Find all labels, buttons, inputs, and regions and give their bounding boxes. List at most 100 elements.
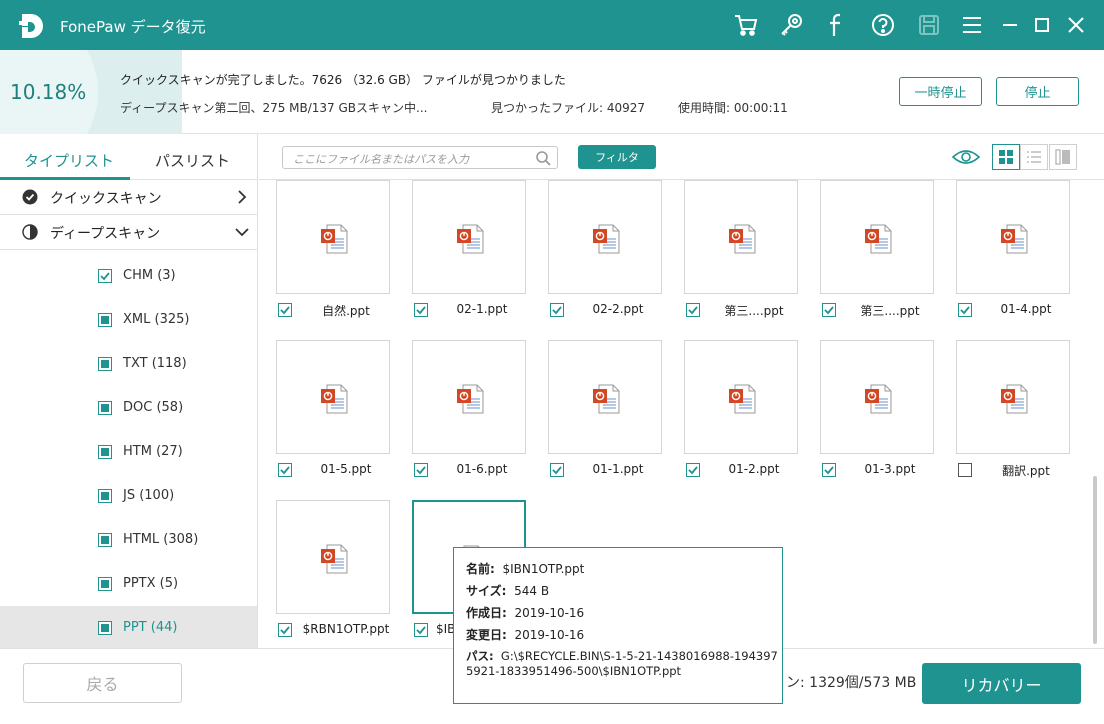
file-thumbnail[interactable] xyxy=(956,180,1070,294)
quick-scan-row[interactable]: クイックスキャン xyxy=(0,180,257,215)
file-type-label: TXT (118) xyxy=(123,356,187,371)
file-type-item[interactable]: XML (325) xyxy=(0,298,257,342)
file-type-item[interactable]: DOC (58) xyxy=(0,386,257,430)
file-type-item[interactable]: PPTX (5) xyxy=(0,562,257,606)
file-name: 01-2.ppt xyxy=(728,462,780,476)
file-type-checkbox[interactable] xyxy=(98,533,112,547)
file-thumbnail[interactable] xyxy=(956,340,1070,454)
file-name: 01-3.ppt xyxy=(864,462,916,476)
file-name-row: 02-2.ppt xyxy=(550,301,686,321)
file-type-checkbox[interactable] xyxy=(98,621,112,635)
file-type-checkbox[interactable] xyxy=(98,313,112,327)
file-checkbox[interactable] xyxy=(414,463,428,477)
file-type-label: CHM (3) xyxy=(123,268,176,283)
file-thumbnail[interactable] xyxy=(412,340,526,454)
file-name-row: 01-3.ppt xyxy=(822,461,958,481)
filter-button[interactable]: フィルタ xyxy=(578,145,656,169)
file-type-checkbox[interactable] xyxy=(98,577,112,591)
deep-scan-progress-text: ディープスキャン第二回、275 MB/137 GBスキャン中... xyxy=(120,101,428,115)
save-icon[interactable] xyxy=(914,10,944,40)
tooltip-created-key: 作成日: xyxy=(466,606,507,620)
file-thumbnail[interactable] xyxy=(548,180,662,294)
minimize-icon[interactable] xyxy=(995,10,1025,40)
file-thumbnail[interactable] xyxy=(820,180,934,294)
file-thumbnail[interactable] xyxy=(684,340,798,454)
file-type-checkbox[interactable] xyxy=(98,445,112,459)
pause-button[interactable]: 一時停止 xyxy=(899,77,982,106)
quick-scan-label: クイックスキャン xyxy=(50,191,162,207)
found-files-count: 見つかったファイル: 40927 xyxy=(491,101,646,115)
file-checkbox[interactable] xyxy=(686,463,700,477)
file-name-row: 第三....ppt xyxy=(686,301,822,321)
file-thumbnail[interactable] xyxy=(276,180,390,294)
eye-icon[interactable] xyxy=(951,147,981,167)
tooltip-size-key: サイズ: xyxy=(466,584,507,598)
file-type-item[interactable]: PPT (44) xyxy=(0,606,257,648)
facebook-icon[interactable] xyxy=(822,10,852,40)
tooltip-size-value: 544 B xyxy=(514,584,550,598)
file-type-item[interactable]: HTML (308) xyxy=(0,518,257,562)
tab-path-list[interactable]: パスリスト xyxy=(155,150,230,171)
ppt-file-icon xyxy=(455,223,485,255)
ppt-file-icon xyxy=(591,223,621,255)
tooltip-name-key: 名前: xyxy=(466,562,495,576)
list-view-button[interactable] xyxy=(1020,144,1048,170)
quick-scan-summary: クイックスキャンが完了しました。7626 （32.6 GB） ファイルが見つかり… xyxy=(120,73,566,87)
cart-icon[interactable] xyxy=(731,10,761,40)
file-thumbnail[interactable] xyxy=(276,500,390,614)
file-type-checkbox[interactable] xyxy=(98,489,112,503)
file-name-row: $RBN1OTP.ppt xyxy=(278,621,414,641)
back-button[interactable]: 戻る xyxy=(23,663,182,703)
key-icon[interactable] xyxy=(777,10,807,40)
file-type-item[interactable]: HTM (27) xyxy=(0,430,257,474)
file-checkbox[interactable] xyxy=(958,463,972,477)
grid-scrollbar[interactable] xyxy=(1093,476,1097,644)
search-input[interactable]: ここにファイル名またはパスを入力 xyxy=(282,146,558,169)
file-thumbnail[interactable] xyxy=(548,340,662,454)
ppt-file-icon xyxy=(319,543,349,575)
chevron-down-icon[interactable] xyxy=(234,224,250,240)
file-checkbox[interactable] xyxy=(278,463,292,477)
file-checkbox[interactable] xyxy=(822,303,836,317)
file-type-checkbox[interactable] xyxy=(98,269,112,283)
maximize-icon[interactable] xyxy=(1027,10,1057,40)
recover-button[interactable]: リカバリー xyxy=(922,663,1081,704)
file-checkbox[interactable] xyxy=(278,303,292,317)
file-type-item[interactable]: CHM (3) xyxy=(0,254,257,298)
file-checkbox[interactable] xyxy=(958,303,972,317)
file-checkbox[interactable] xyxy=(550,303,564,317)
file-type-checkbox[interactable] xyxy=(98,401,112,415)
chevron-right-icon[interactable] xyxy=(234,189,250,205)
file-checkbox[interactable] xyxy=(278,623,292,637)
file-checkbox[interactable] xyxy=(822,463,836,477)
search-icon[interactable] xyxy=(535,150,551,166)
file-thumbnail[interactable] xyxy=(820,340,934,454)
file-type-checkbox[interactable] xyxy=(98,357,112,371)
file-thumbnail[interactable] xyxy=(684,180,798,294)
file-name: 02-2.ppt xyxy=(592,302,644,316)
close-icon[interactable] xyxy=(1061,10,1091,40)
file-type-item[interactable]: TXT (118) xyxy=(0,342,257,386)
file-checkbox[interactable] xyxy=(414,623,428,637)
file-type-label: DOC (58) xyxy=(123,400,184,415)
file-thumbnail[interactable] xyxy=(276,340,390,454)
tab-type-list[interactable]: タイプリスト xyxy=(24,150,114,171)
stop-button[interactable]: 停止 xyxy=(996,77,1079,106)
file-thumbnail[interactable] xyxy=(412,180,526,294)
grid-view-button[interactable] xyxy=(992,144,1020,170)
ppt-file-icon xyxy=(319,223,349,255)
ppt-file-icon xyxy=(455,383,485,415)
help-icon[interactable] xyxy=(868,10,898,40)
file-type-item[interactable]: JS (100) xyxy=(0,474,257,518)
file-checkbox[interactable] xyxy=(550,463,564,477)
menu-icon[interactable] xyxy=(957,10,987,40)
deep-scan-row[interactable]: ディープスキャン xyxy=(0,215,257,250)
ppt-file-icon xyxy=(727,383,757,415)
file-checkbox[interactable] xyxy=(686,303,700,317)
file-checkbox[interactable] xyxy=(414,303,428,317)
deep-scan-label: ディープスキャン xyxy=(50,226,161,242)
tooltip-path-value: G:\$RECYCLE.BIN\S-1-5-21-1438016988-1943… xyxy=(466,649,778,678)
file-type-label: PPTX (5) xyxy=(123,576,179,591)
detail-view-button[interactable] xyxy=(1049,144,1077,170)
file-info-tooltip: 名前: $IBN1OTP.ppt サイズ: 544 B 作成日: 2019-10… xyxy=(453,547,783,704)
